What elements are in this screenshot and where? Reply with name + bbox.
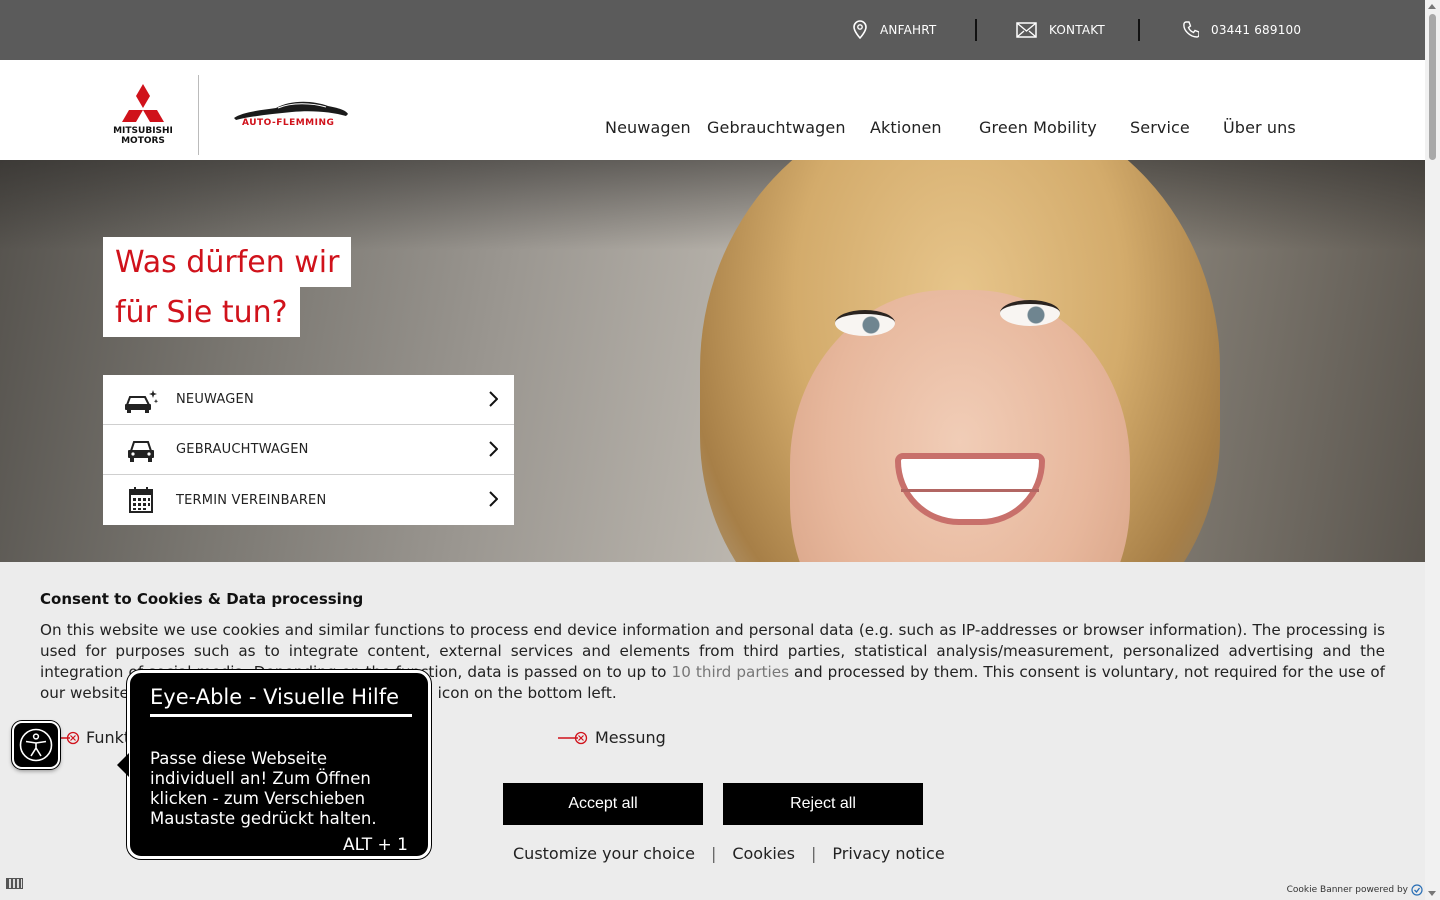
option-measurement-label: Messung <box>595 728 666 747</box>
nav-service[interactable]: Service <box>1130 118 1190 137</box>
quick-links: NEUWAGEN GEBRAUCHTWAGEN TERMIN VEREINBAR… <box>103 375 514 525</box>
nav-neuwagen[interactable]: Neuwagen <box>605 118 691 137</box>
accessibility-tooltip[interactable]: Eye-Able - Visuelle Hilfe Passe diese We… <box>117 670 431 859</box>
site-header: MITSUBISHI MOTORS AUTO-FLEMMING Neuwagen… <box>0 60 1425 160</box>
mitsubishi-wordmark: MITSUBISHI MOTORS <box>113 126 173 146</box>
anfahrt-link[interactable]: ANFAHRT <box>852 0 936 60</box>
divider <box>975 19 977 41</box>
tooltip-shortcut: ALT + 1 <box>342 835 408 855</box>
chevron-right-icon <box>489 441 498 457</box>
location-pin-icon <box>853 20 867 40</box>
accessibility-button[interactable] <box>12 721 60 769</box>
hero-banner: Was dürfen wir für Sie tun? NEUWAGEN GEB… <box>0 160 1425 562</box>
new-car-icon <box>125 390 159 413</box>
link-separator: | <box>810 844 817 863</box>
hero-headline: Was dürfen wir für Sie tun? <box>103 237 352 337</box>
scroll-down-arrow[interactable] <box>1428 891 1436 896</box>
nav-gebrauchtwagen[interactable]: Gebrauchtwagen <box>707 118 846 137</box>
accept-all-button[interactable]: Accept all <box>503 783 703 825</box>
top-bar: ANFAHRT KONTAKT 03441 689100 <box>0 0 1425 60</box>
mitsubishi-logo[interactable]: MITSUBISHI MOTORS <box>112 82 174 152</box>
hero-photo-eye <box>1000 300 1060 326</box>
quick-link-termin[interactable]: TERMIN VEREINBAREN <box>103 475 514 525</box>
auto-flemming-logo[interactable]: AUTO-FLEMMING <box>232 98 350 132</box>
third-parties-link[interactable]: 10 third parties <box>672 663 789 681</box>
cookies-link[interactable]: Cookies <box>732 844 795 863</box>
scroll-up-arrow[interactable] <box>1428 4 1436 9</box>
quick-link-gebrauchtwagen[interactable]: GEBRAUCHTWAGEN <box>103 425 514 475</box>
anfahrt-label: ANFAHRT <box>880 23 937 37</box>
accessibility-person-icon <box>19 728 53 762</box>
shield-check-icon <box>1411 884 1423 896</box>
nav-aktionen[interactable]: Aktionen <box>870 118 942 137</box>
quick-link-label: TERMIN VEREINBAREN <box>176 492 327 508</box>
headline-line-1: Was dürfen wir <box>103 237 352 287</box>
scrollbar-thumb[interactable] <box>1429 14 1436 160</box>
chevron-right-icon <box>489 391 498 407</box>
phone-icon <box>1183 21 1199 38</box>
customize-link[interactable]: Customize your choice <box>513 844 695 863</box>
language-icon[interactable] <box>6 878 23 889</box>
car-icon <box>128 441 154 462</box>
phone-number: 03441 689100 <box>1211 23 1302 37</box>
hero-photo-eye <box>835 310 895 336</box>
mail-icon <box>1016 22 1037 38</box>
cookie-title: Consent to Cookies & Data processing <box>40 590 364 608</box>
headline-line-2: für Sie tun? <box>103 287 300 337</box>
nav-ueber-uns[interactable]: Über uns <box>1223 118 1296 137</box>
link-separator: | <box>710 844 717 863</box>
reject-all-button[interactable]: Reject all <box>723 783 923 825</box>
quick-link-label: NEUWAGEN <box>176 392 254 407</box>
nav-green-mobility[interactable]: Green Mobility <box>979 118 1097 137</box>
calendar-icon <box>129 487 153 513</box>
divider <box>1138 19 1140 41</box>
page-scrollbar[interactable] <box>1425 0 1440 900</box>
mitsubishi-diamonds-logo <box>122 84 164 122</box>
toggle-off-icon <box>558 731 588 744</box>
quick-link-neuwagen[interactable]: NEUWAGEN <box>103 375 514 425</box>
powered-by[interactable]: Cookie Banner powered by <box>1287 884 1423 896</box>
tooltip-title: Eye-Able - Visuelle Hilfe <box>150 685 412 717</box>
privacy-link[interactable]: Privacy notice <box>832 844 944 863</box>
kontakt-label: KONTAKT <box>1049 23 1105 37</box>
option-measurement[interactable]: Messung <box>558 728 666 747</box>
chevron-right-icon <box>489 491 498 507</box>
quick-link-label: GEBRAUCHTWAGEN <box>176 442 309 457</box>
dealer-wordmark: AUTO-FLEMMING <box>242 118 335 128</box>
kontakt-link[interactable]: KONTAKT <box>1016 0 1105 60</box>
tooltip-body: Passe diese Webseite individuell an! Zum… <box>150 749 377 828</box>
cookie-links: Customize your choice | Cookies | Privac… <box>513 844 945 863</box>
phone-link[interactable]: 03441 689100 <box>1183 0 1301 60</box>
logo-divider <box>198 75 199 155</box>
